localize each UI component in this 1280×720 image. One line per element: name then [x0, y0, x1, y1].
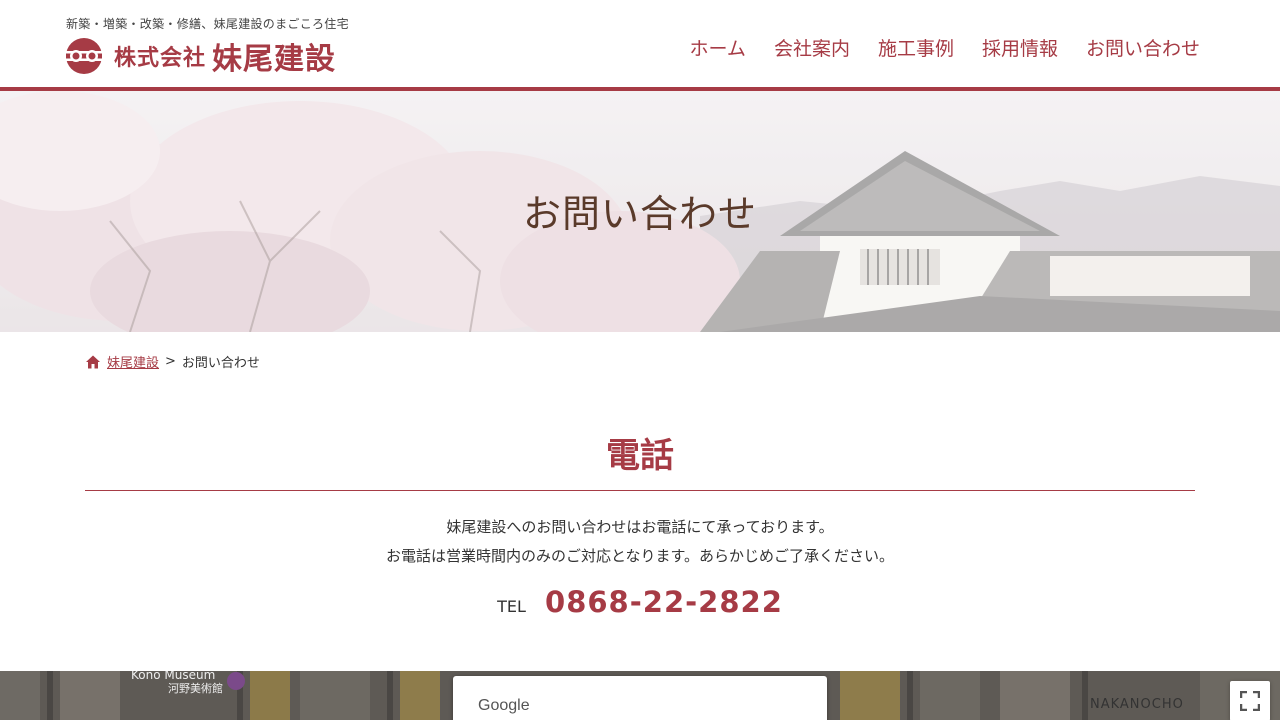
site-tagline: 新築・増築・改築・修繕、妹尾建設のまごころ住宅 — [66, 17, 349, 31]
breadcrumb-current: お問い合わせ — [181, 356, 260, 371]
tel-label: TEL — [497, 597, 526, 616]
google-wordmark: Google — [478, 697, 530, 714]
embedded-map[interactable]: Kono Museum 河野美術館 NAKANOCHO Google — [0, 671, 1280, 720]
breadcrumb-separator: > — [165, 354, 176, 369]
nav-item-contact[interactable]: お問い合わせ — [1086, 34, 1200, 61]
phone-block: TEL 0868-22-2822 — [0, 585, 1280, 619]
contact-description-line-2: お電話は営業時間内のみのご対応となります。あらかじめご了承ください。 — [385, 547, 895, 565]
nav-item-home[interactable]: ホーム — [690, 34, 746, 61]
map-info-panel[interactable]: Google — [453, 676, 827, 720]
home-icon — [86, 355, 100, 368]
section-title: 電話 — [606, 436, 674, 476]
main-nav: ホーム 会社案内 施工事例 採用情報 お問い合わせ — [690, 34, 1201, 61]
section-divider — [85, 490, 1195, 491]
hero-banner: お問い合わせ — [0, 91, 1280, 332]
site-header: 新築・増築・改築・修繕、妹尾建設のまごころ住宅 株式会社 妹尾建設 ホーム 会社… — [0, 0, 1280, 87]
contact-description: 妹尾建設へのお問い合わせはお電話にて承っております。 お電話は営業時間内のみのご… — [0, 513, 1280, 571]
nav-item-recruit[interactable]: 採用情報 — [982, 34, 1058, 61]
breadcrumb-home-link[interactable]: 妹尾建設 — [107, 352, 159, 371]
map-label-museum-jp: 河野美術館 — [168, 682, 223, 695]
map-fullscreen-button[interactable] — [1230, 681, 1270, 720]
logo-company-type: 株式会社 — [114, 46, 207, 71]
logo-mark-icon — [66, 38, 102, 74]
nav-item-works[interactable]: 施工事例 — [878, 34, 954, 61]
fullscreen-icon — [1240, 691, 1260, 711]
nav-item-company[interactable]: 会社案内 — [774, 34, 850, 61]
map-label-area: NAKANOCHO — [1090, 697, 1184, 712]
site-logo[interactable]: 株式会社 妹尾建設 — [64, 36, 337, 77]
contact-description-line-1: 妹尾建設へのお問い合わせはお電話にて承っております。 — [446, 518, 834, 536]
page-title: お問い合わせ — [522, 192, 757, 236]
breadcrumb: 妹尾建設 > お問い合わせ — [85, 352, 260, 371]
phone-number-link[interactable]: 0868-22-2822 — [545, 585, 783, 619]
logo-company-name: 妹尾建設 — [212, 42, 337, 77]
